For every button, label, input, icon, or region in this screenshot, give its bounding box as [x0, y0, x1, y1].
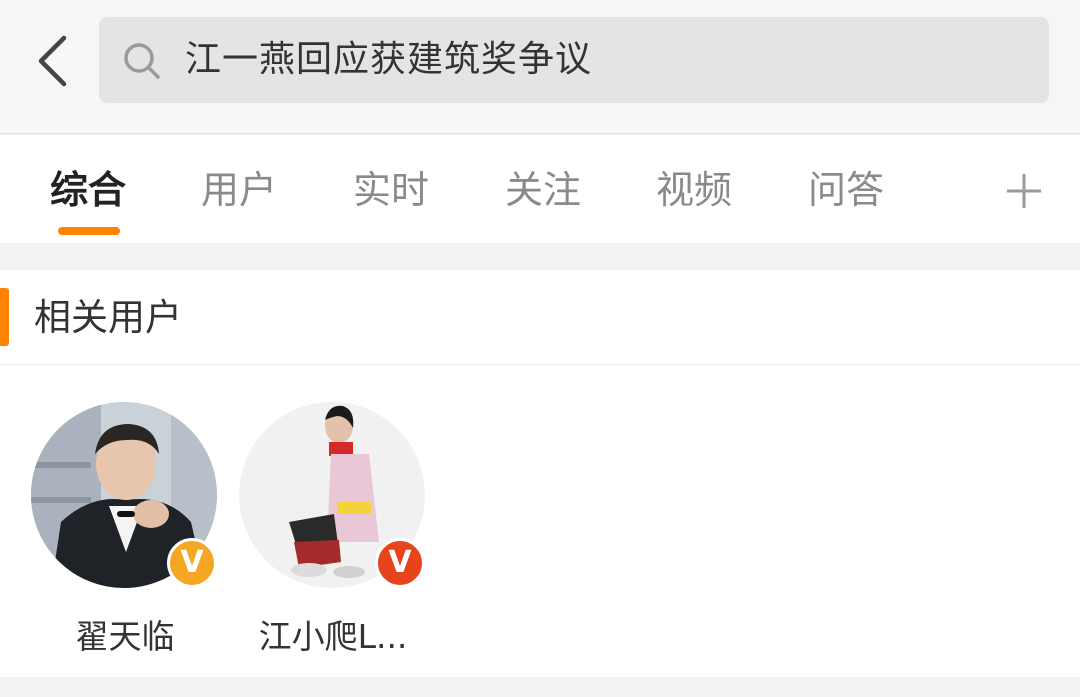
add-tab-button[interactable]	[998, 163, 1050, 219]
active-tab-indicator	[58, 227, 120, 235]
user-name: 江小爬L...	[258, 617, 408, 656]
section-header: 相关用户	[0, 270, 1080, 365]
search-input[interactable]: 江一燕回应获建筑奖争议	[99, 17, 1049, 103]
tab-qa[interactable]: 问答	[808, 163, 884, 223]
section-accent-bar	[0, 288, 9, 346]
tab-video[interactable]: 视频	[656, 163, 732, 223]
search-header: 江一燕回应获建筑奖争议	[0, 0, 1080, 134]
search-query-text: 江一燕回应获建筑奖争议	[185, 39, 593, 80]
tab-comprehensive[interactable]: 综合	[50, 163, 126, 223]
user-name: 翟天临	[75, 617, 175, 656]
search-icon	[124, 43, 160, 79]
tab-following[interactable]: 关注	[505, 163, 581, 223]
verified-badge-icon: V	[167, 538, 217, 588]
plus-icon	[1007, 174, 1041, 208]
section-title: 相关用户	[34, 296, 182, 339]
related-users-card: 相关用户 V 翟天临 V 江小爬L...	[0, 270, 1080, 677]
chevron-left-icon	[38, 35, 67, 87]
back-button[interactable]	[24, 30, 80, 92]
verified-badge-icon: V	[375, 538, 425, 588]
search-tabs: 综合 用户 实时 关注 视频 问答	[0, 135, 1080, 243]
tab-users[interactable]: 用户	[201, 163, 277, 223]
tab-realtime[interactable]: 实时	[353, 163, 429, 223]
